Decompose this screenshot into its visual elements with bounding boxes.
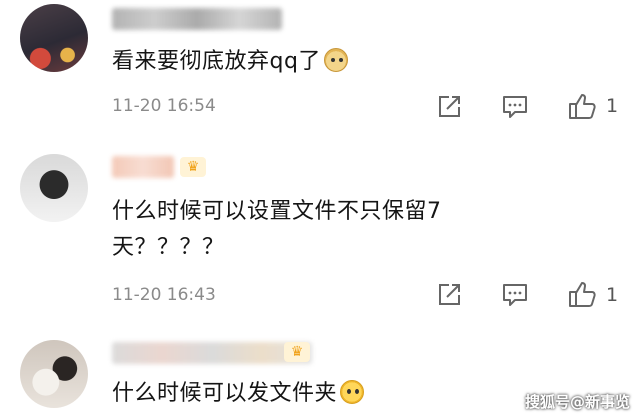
doge-emoji-icon bbox=[323, 48, 348, 72]
avatar[interactable] bbox=[20, 4, 88, 72]
share-button[interactable] bbox=[434, 280, 464, 310]
comment-text: 什么时候可以设置文件不只保留7 天？？？？ bbox=[112, 199, 442, 260]
username-blurred[interactable] bbox=[112, 156, 174, 178]
avatar[interactable] bbox=[20, 154, 88, 222]
comment-timestamp: 11-20 16:54 bbox=[112, 96, 216, 116]
comment-item: 看来要彻底放弃qq了 11-20 16:54 1 bbox=[0, 0, 640, 140]
comment-text: 什么时候可以发文件夹 bbox=[112, 376, 365, 412]
comment-icon bbox=[503, 96, 527, 118]
vip-badge-icon: ♛ bbox=[284, 342, 310, 362]
watermark: 搜狐号@新事览 bbox=[524, 393, 630, 411]
share-button[interactable] bbox=[434, 92, 464, 122]
comment-item: ♛ 什么时候可以设置文件不只保留7 天？？？？ 11-20 16:43 1 bbox=[0, 140, 640, 336]
comment-timestamp: 11-20 16:43 bbox=[112, 285, 216, 305]
thumbs-up-icon bbox=[569, 94, 596, 119]
like-button[interactable] bbox=[566, 278, 598, 310]
thinking-emoji-icon bbox=[340, 380, 365, 404]
share-icon bbox=[439, 284, 460, 305]
username-blurred[interactable] bbox=[112, 8, 282, 30]
username-blurred[interactable] bbox=[112, 342, 312, 364]
reply-button[interactable] bbox=[500, 92, 530, 122]
like-count: 1 bbox=[606, 284, 619, 306]
like-button[interactable] bbox=[566, 90, 598, 122]
thumbs-up-icon bbox=[569, 282, 596, 307]
avatar[interactable] bbox=[20, 340, 88, 408]
comment-text: 看来要彻底放弃qq了 bbox=[112, 44, 348, 80]
share-icon bbox=[439, 96, 460, 117]
comment-icon bbox=[503, 284, 527, 306]
vip-badge-icon: ♛ bbox=[180, 157, 206, 177]
like-count: 1 bbox=[606, 95, 619, 117]
reply-button[interactable] bbox=[500, 280, 530, 310]
